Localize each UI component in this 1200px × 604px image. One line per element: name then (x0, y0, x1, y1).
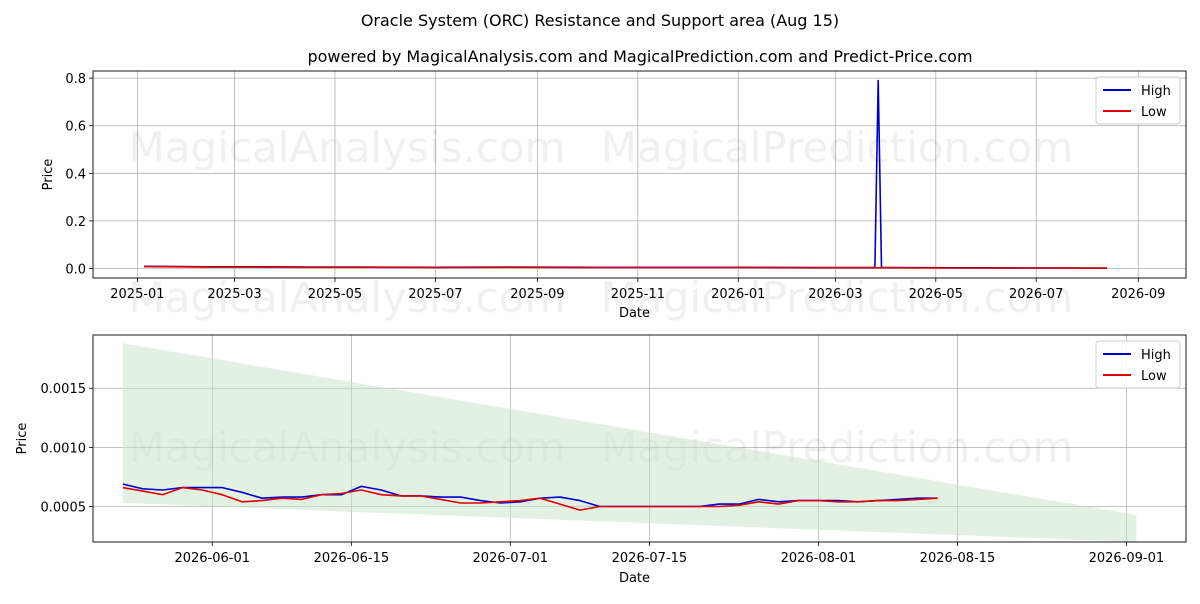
legend-label: Low (1141, 369, 1167, 384)
x-tick-label: 2026-08-01 (781, 551, 857, 566)
legend-label: High (1141, 84, 1171, 99)
y-tick-label: 0.0 (65, 262, 86, 277)
x-axis-label: Date (619, 306, 650, 321)
y-tick-label: 0.2 (65, 215, 86, 230)
y-tick-label: 0.6 (65, 120, 86, 135)
y-tick-label: 0.4 (65, 167, 86, 182)
watermark: MagicalAnalysis.com (129, 123, 566, 172)
x-tick-label: 2026-09-01 (1089, 551, 1165, 566)
legend-label: High (1141, 348, 1171, 363)
x-axis-label: Date (619, 571, 650, 586)
watermark: MagicalPrediction.com (601, 273, 1074, 322)
y-axis-label: Price (15, 423, 30, 455)
y-tick-label: 0.0005 (41, 501, 87, 516)
legend-label: Low (1141, 105, 1167, 120)
chart-figure: Oracle System (ORC) Resistance and Suppo… (0, 0, 1200, 600)
watermark: MagicalPrediction.com (601, 123, 1074, 172)
x-tick-label: 2026-06-01 (174, 551, 250, 566)
x-tick-label: 2026-07-15 (612, 551, 688, 566)
y-tick-label: 0.0010 (41, 441, 87, 456)
watermark: MagicalAnalysis.com (129, 273, 566, 322)
x-tick-label: 2026-08-15 (920, 551, 996, 566)
y-tick-label: 0.0015 (41, 382, 87, 397)
x-tick-label: 2026-09 (1111, 287, 1165, 302)
x-tick-label: 2026-07-01 (473, 551, 549, 566)
legend: High Low (1095, 76, 1181, 125)
y-axis-label: Price (41, 159, 56, 191)
x-tick-label: 2026-06-15 (314, 551, 390, 566)
chart-title: Oracle System (ORC) Resistance and Suppo… (361, 11, 839, 30)
chart-subtitle: powered by MagicalAnalysis.com and Magic… (307, 47, 972, 66)
legend: High Low (1095, 340, 1181, 389)
y-tick-label: 0.8 (65, 72, 86, 87)
